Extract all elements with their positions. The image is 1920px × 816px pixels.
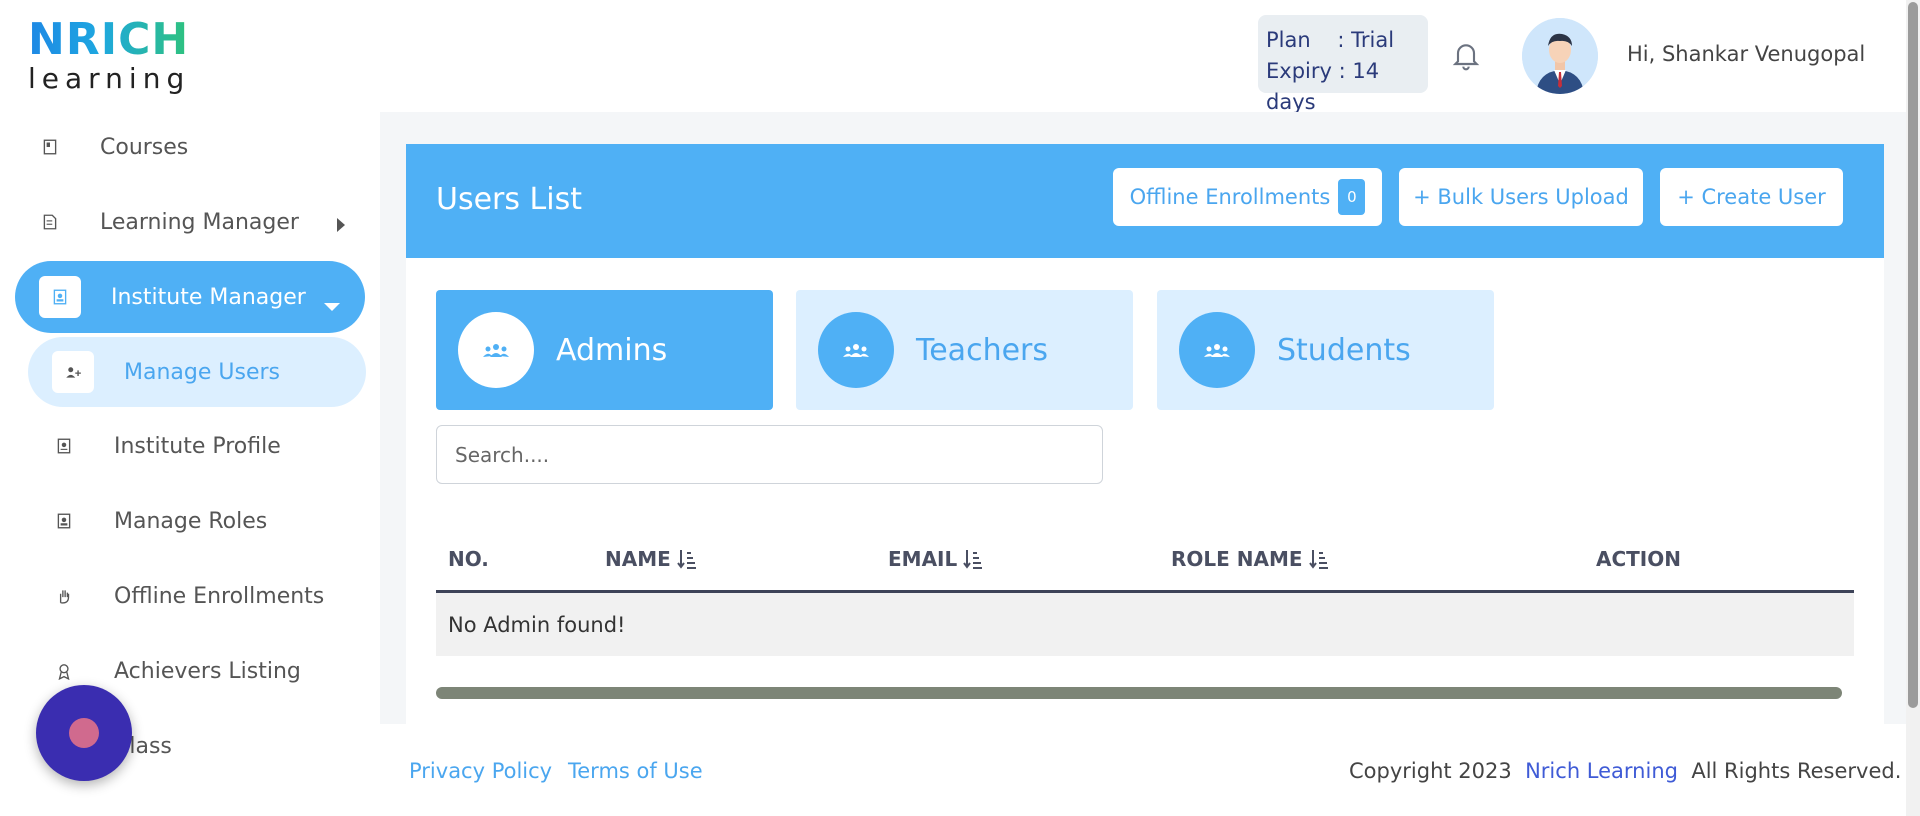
terms-of-use-link[interactable]: Terms of Use <box>568 759 703 783</box>
sidebar-item-label: Manage Users <box>124 359 280 385</box>
column-header-name[interactable]: NAME <box>605 547 697 571</box>
document-icon <box>30 202 70 242</box>
group-icon <box>818 312 894 388</box>
sort-icon[interactable] <box>676 548 697 570</box>
tab-label: Admins <box>556 332 668 368</box>
bulk-upload-label: + Bulk Users Upload <box>1413 185 1629 209</box>
profile-icon <box>44 426 84 466</box>
column-label: NAME <box>605 547 671 571</box>
tab-label: Teachers <box>916 332 1048 368</box>
sidebar-item-manage-roles[interactable]: Manage Roles <box>44 491 380 551</box>
sort-icon[interactable] <box>963 548 983 570</box>
nrich-logo[interactable]: NRICH learning <box>28 18 188 94</box>
logo-subtitle: learning <box>28 62 191 95</box>
sidebar-item-label: Achievers Listing <box>114 658 301 684</box>
group-icon <box>458 312 534 388</box>
create-user-label: + Create User <box>1677 185 1826 209</box>
sidebar-item-label: Learning Manager <box>100 209 299 235</box>
column-label: ROLE NAME <box>1171 547 1303 571</box>
table-empty-row: No Admin found! <box>436 593 1854 656</box>
sidebar-item-institute-manager[interactable]: Institute Manager <box>15 261 365 333</box>
sidebar-item-label: Courses <box>100 134 189 160</box>
group-icon <box>1179 312 1255 388</box>
sidebar-item-manage-users[interactable]: Manage Users <box>28 337 366 407</box>
offline-enrollments-label: Offline Enrollments <box>1129 185 1331 209</box>
copyright-suffix: All Rights Reserved. <box>1691 759 1902 783</box>
offline-count-badge: 0 <box>1338 179 1366 215</box>
sort-icon[interactable] <box>1308 548 1329 570</box>
bell-icon[interactable] <box>1450 38 1482 74</box>
sidebar-item-label: Manage Roles <box>114 508 268 534</box>
column-label: NO. <box>448 547 489 571</box>
tab-label: Students <box>1277 332 1411 368</box>
institute-icon <box>39 276 81 318</box>
search-input[interactable] <box>436 425 1103 484</box>
column-header-action: ACTION <box>1596 547 1681 571</box>
sidebar-item-institute-profile[interactable]: Institute Profile <box>44 416 380 476</box>
table-horizontal-scrollbar[interactable] <box>436 687 1842 699</box>
offline-enrollments-button[interactable]: Offline Enrollments 0 <box>1113 168 1382 226</box>
tab-students[interactable]: Students <box>1157 290 1494 410</box>
sidebar-item-courses[interactable]: Courses <box>30 117 370 177</box>
users-icon <box>52 351 94 393</box>
empty-message: No Admin found! <box>448 612 626 637</box>
create-user-button[interactable]: + Create User <box>1660 168 1843 226</box>
hand-icon <box>44 576 84 616</box>
copyright-prefix: Copyright 2023 <box>1349 759 1512 783</box>
chat-icon <box>69 718 99 748</box>
page-vertical-scrollbar[interactable] <box>1906 0 1920 816</box>
plan-label: Plan : Trial <box>1266 28 1395 52</box>
avatar[interactable] <box>1522 18 1598 94</box>
column-label: ACTION <box>1596 547 1681 571</box>
roles-icon <box>44 501 84 541</box>
chat-widget-button[interactable] <box>36 685 132 781</box>
book-icon <box>30 127 70 167</box>
expiry-label: Expiry : 14 days <box>1266 59 1380 114</box>
scrollbar-thumb[interactable] <box>1908 2 1918 708</box>
sidebar-item-label: Institute Manager <box>111 284 306 310</box>
caret-right-icon <box>335 214 347 239</box>
sidebar-item-learning-manager[interactable]: Learning Manager <box>30 192 370 252</box>
user-greeting[interactable]: Hi, Shankar Venugopal <box>1627 42 1865 66</box>
tab-teachers[interactable]: Teachers <box>796 290 1133 410</box>
column-label: EMAIL <box>888 547 958 571</box>
column-header-email[interactable]: EMAIL <box>888 547 983 571</box>
sidebar-item-label: Institute Profile <box>114 433 281 459</box>
column-header-role-name[interactable]: ROLE NAME <box>1171 547 1329 571</box>
tab-admins[interactable]: Admins <box>436 290 773 410</box>
privacy-policy-link[interactable]: Privacy Policy <box>409 759 552 783</box>
column-header-no: NO. <box>448 547 489 571</box>
sidebar-item-offline-enrollments[interactable]: Offline Enrollments <box>44 566 380 626</box>
plan-info: Plan : Trial Expiry : 14 days <box>1258 15 1428 114</box>
top-header: NRICH learning Plan : Trial Expiry : 14 … <box>0 0 1900 114</box>
sidebar-item-label: Offline Enrollments <box>114 583 325 609</box>
caret-down-icon <box>323 293 341 318</box>
page-title: Users List <box>436 182 582 217</box>
copyright-text: Copyright 2023 Nrich Learning All Rights… <box>1349 759 1901 783</box>
logo-wordmark: NRICH <box>28 14 190 65</box>
bulk-upload-button[interactable]: + Bulk Users Upload <box>1399 168 1643 226</box>
brand-link[interactable]: Nrich Learning <box>1525 759 1678 783</box>
